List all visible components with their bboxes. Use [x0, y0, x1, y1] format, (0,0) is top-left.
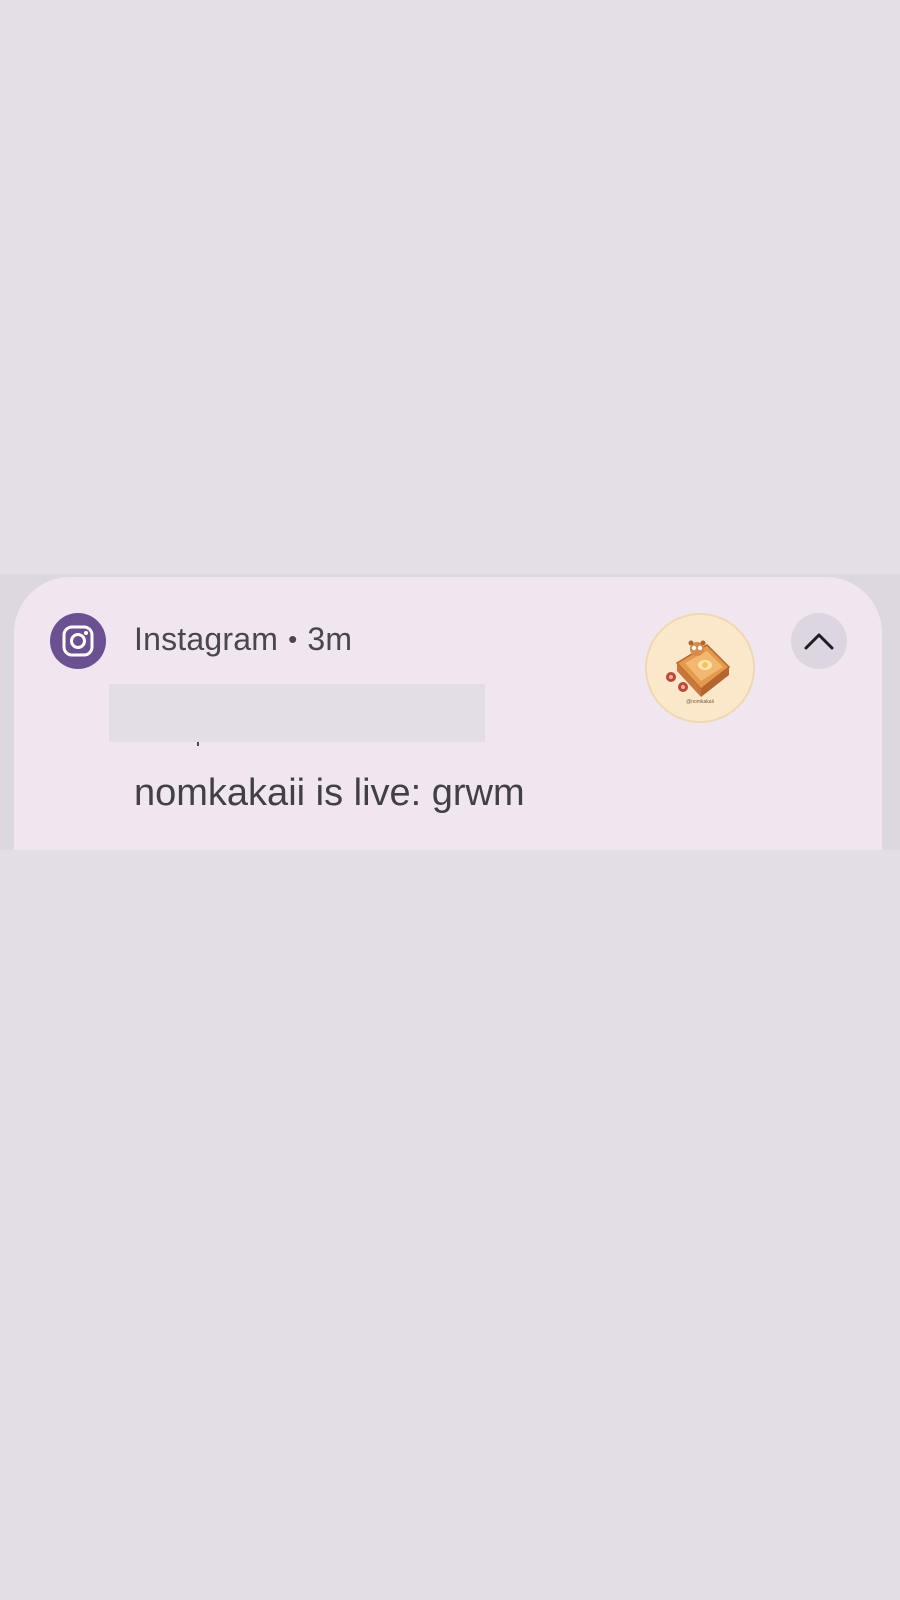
- instagram-glyph: [62, 625, 94, 657]
- instagram-icon: [50, 613, 106, 669]
- avatar: @nomkakaii: [645, 613, 755, 723]
- notification-message: nomkakaii is live: grwm: [134, 772, 525, 814]
- instagram-notification[interactable]: Instagram • 3m nomkakaii is live: grwm @…: [14, 577, 882, 850]
- avatar-bread-illustration: @nomkakaii: [647, 615, 753, 721]
- redaction-artifact: [197, 742, 199, 746]
- chevron-up-icon: [804, 633, 834, 650]
- app-name: Instagram: [134, 621, 279, 657]
- avatar-caption: @nomkakaii: [686, 699, 714, 705]
- notification-shade: Instagram • 3m nomkakaii is live: grwm @…: [0, 0, 900, 1600]
- shade-empty-area: [0, 0, 900, 574]
- header-separator: •: [288, 624, 298, 654]
- collapse-button[interactable]: [791, 613, 847, 669]
- notification-time: 3m: [307, 621, 353, 657]
- redacted-title: [109, 684, 485, 742]
- notification-header: Instagram • 3m: [134, 621, 352, 658]
